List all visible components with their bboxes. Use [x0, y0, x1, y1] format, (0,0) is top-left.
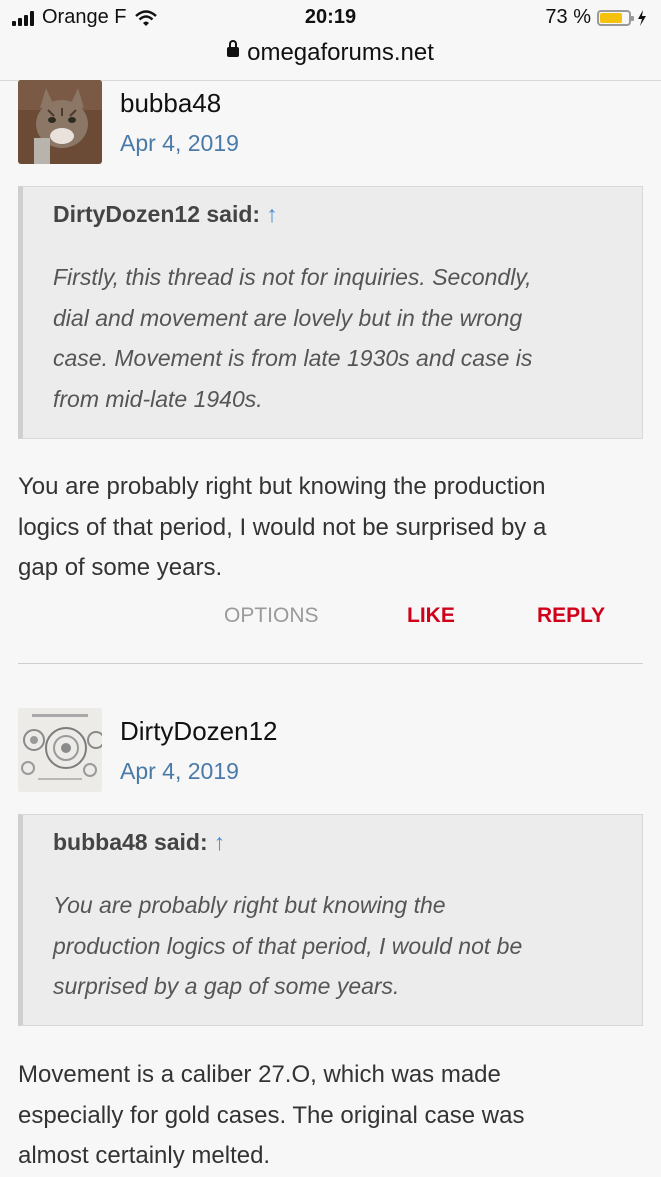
like-button[interactable]: LIKE [407, 604, 455, 628]
quote-line: dial and movement are lovely but in the … [53, 304, 523, 331]
quote-author-label[interactable]: DirtyDozen12 said: [53, 201, 260, 227]
forum-post: DirtyDozen12 Apr 4, 2019 bubba48 said: ↑ … [18, 708, 643, 1176]
post-actions: OPTIONS LIKE REPLY [18, 604, 643, 634]
watch-diagram-avatar-image [18, 708, 102, 792]
quote-line: production logics of that period, I woul… [53, 932, 523, 959]
post-message: Movement is a caliber 27.O, which was ma… [18, 1055, 643, 1177]
post-author[interactable]: bubba48 [120, 88, 221, 119]
cat-avatar-image [18, 80, 102, 164]
post-date[interactable]: Apr 4, 2019 [120, 758, 239, 785]
message-line: almost certainly melted. [18, 1142, 271, 1169]
charging-icon [638, 9, 646, 26]
battery-icon [597, 9, 634, 26]
quote-line: from mid-late 1940s. [53, 385, 263, 412]
avatar[interactable] [18, 708, 102, 792]
avatar[interactable] [18, 80, 102, 164]
quote-line: You are probably right but knowing the [53, 892, 446, 918]
forum-post: bubba48 Apr 4, 2019 DirtyDozen12 said: ↑ … [18, 80, 643, 640]
post-date[interactable]: Apr 4, 2019 [120, 130, 239, 157]
battery-percent: 73 % [545, 6, 591, 28]
message-line: Movement is a caliber 27.O, which was ma… [18, 1061, 501, 1088]
arrow-up-icon[interactable]: ↑ [266, 201, 278, 227]
quote-text: Firstly, this thread is not for inquirie… [53, 257, 623, 419]
arrow-up-icon[interactable]: ↑ [214, 829, 226, 855]
message-line: especially for gold cases. The original … [18, 1101, 525, 1129]
message-line: logics of that period, I would not be su… [18, 513, 547, 541]
quote-line: Firstly, this thread is not for inquirie… [53, 264, 532, 290]
post-author[interactable]: DirtyDozen12 [120, 716, 278, 747]
battery-info: 73 % [545, 6, 647, 29]
url-text: omegaforums.net [247, 39, 434, 66]
lock-icon [227, 39, 240, 57]
message-line: gap of some years. [18, 554, 223, 581]
quote-line: surprised by a gap of some years. [53, 973, 400, 999]
quote-block: DirtyDozen12 said: ↑ Firstly, this thread… [18, 186, 643, 439]
post-divider [18, 663, 643, 664]
reply-button[interactable]: REPLY [537, 604, 605, 628]
status-bar: Orange F 20:19 73 % [0, 0, 661, 36]
quote-line: case. Movement is from late 1930s and ca… [53, 345, 533, 371]
quote-block: bubba48 said: ↑ You are probably right bu… [18, 814, 643, 1026]
quote-author-label[interactable]: bubba48 said: [53, 829, 208, 855]
options-button[interactable]: OPTIONS [224, 604, 319, 628]
quote-text: You are probably right but knowing the p… [53, 885, 623, 1007]
post-message: You are probably right but knowing the p… [18, 467, 643, 589]
address-bar[interactable]: omegaforums.net [0, 36, 661, 81]
message-line: You are probably right but knowing the p… [18, 473, 546, 500]
quote-attribution: DirtyDozen12 said: ↑ [53, 201, 278, 228]
quote-attribution: bubba48 said: ↑ [53, 829, 225, 856]
